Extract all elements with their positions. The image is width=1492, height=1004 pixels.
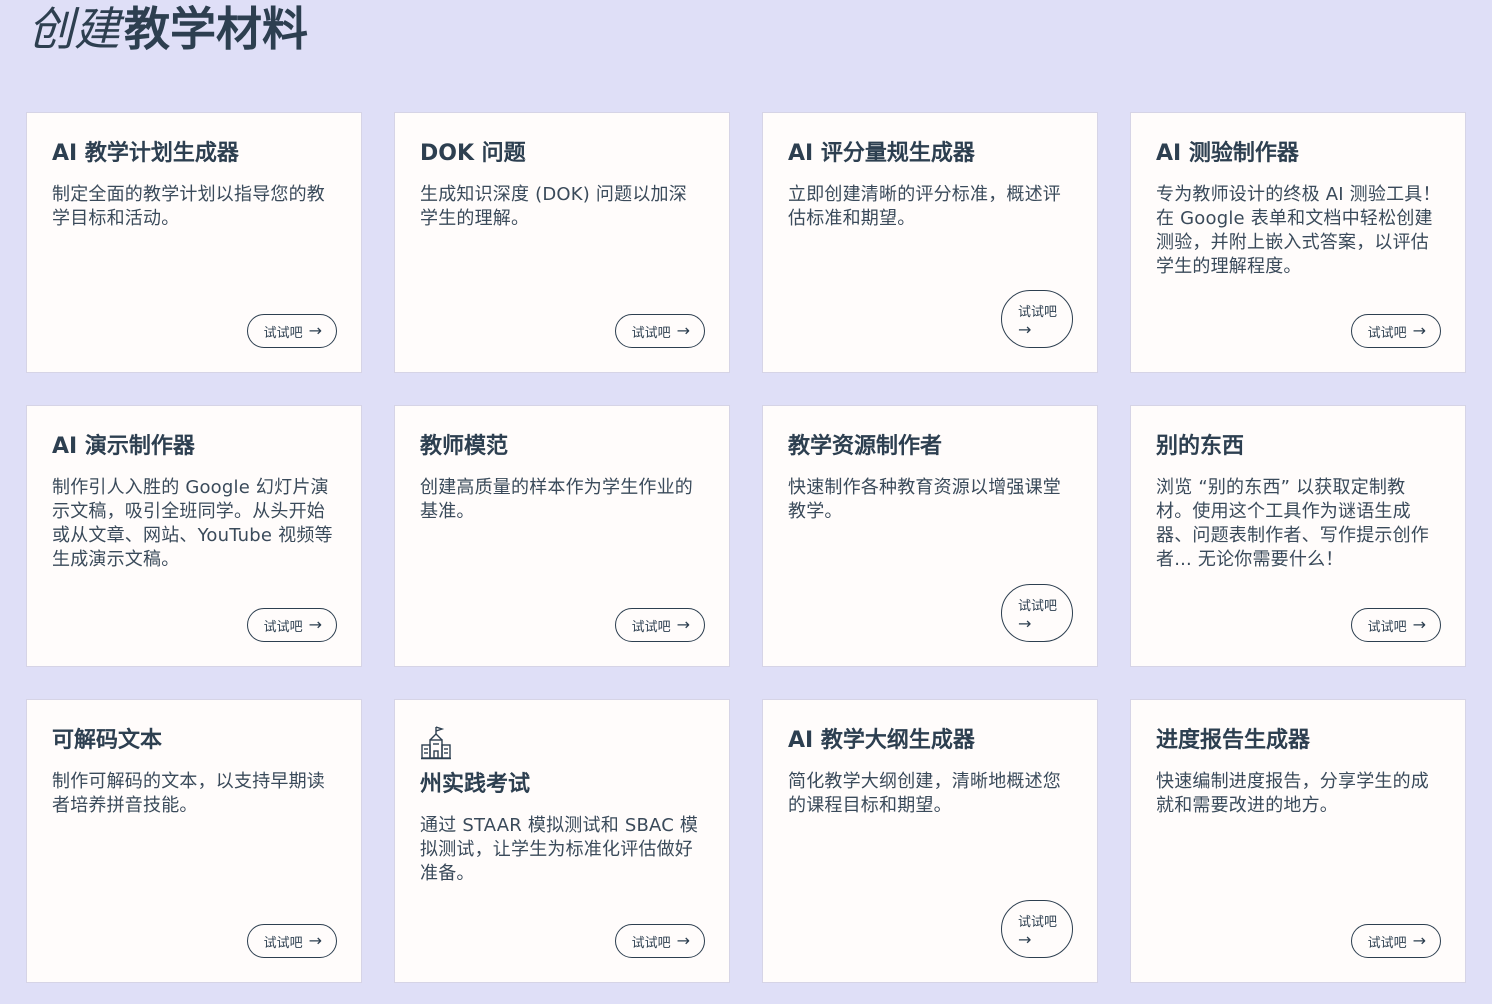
try-it-button[interactable]: 试试吧 →	[1350, 314, 1441, 348]
tool-card-something-else: 别的东西 浏览 “别的东西” 以获取定制教材。使用这个工具作为谜语生成器、问题表…	[1130, 405, 1466, 667]
arrow-right-icon: →	[1018, 613, 1032, 633]
card-title: 进度报告生成器	[1156, 728, 1311, 753]
try-it-label: 试试吧	[1367, 619, 1407, 635]
card-description: 制作可解码的文本，以支持早期读者培养拼音技能。	[52, 771, 325, 816]
card-description: 浏览 “别的东西” 以获取定制教材。使用这个工具作为谜语生成器、问题表制作者、写…	[1156, 477, 1429, 570]
arrow-right-icon: →	[1018, 929, 1032, 949]
card-description: 制定全面的教学计划以指导您的教学目标和活动。	[52, 184, 325, 229]
try-it-label: 试试吧	[1018, 598, 1058, 614]
card-description: 通过 STAAR 模拟测试和 SBAC 模拟测试，让学生为标准化评估做好准备。	[420, 815, 699, 884]
card-title: AI 演示制作器	[52, 434, 195, 459]
card-title: DOK 问题	[420, 141, 526, 166]
card-description: 专为教师设计的终极 AI 测验工具！在 Google 表单和文档中轻松创建测验，…	[1156, 184, 1441, 277]
arrow-right-icon: →	[308, 615, 322, 634]
arrow-right-icon: →	[676, 615, 690, 634]
tool-card-teacher-exemplar: 教师模范 创建高质量的样本作为学生作业的基准。 试试吧 →	[394, 405, 730, 667]
try-it-button[interactable]: 试试吧 →	[614, 608, 705, 642]
arrow-right-icon: →	[308, 931, 322, 950]
tool-card-resource-maker: 教学资源制作者 快速制作各种教育资源以增强课堂教学。 试试吧 →	[762, 405, 1098, 667]
page-title-italic: 创建	[28, 2, 120, 56]
try-it-button[interactable]: 试试吧 →	[246, 314, 337, 348]
try-it-button[interactable]: 试试吧 →	[1001, 584, 1073, 642]
card-title: AI 评分量规生成器	[788, 141, 975, 166]
school-building-icon	[421, 726, 451, 760]
card-title: 别的东西	[1156, 434, 1245, 459]
arrow-right-icon: →	[1412, 931, 1426, 950]
try-it-button[interactable]: 试试吧 →	[246, 608, 337, 642]
card-description: 生成知识深度 (DOK) 问题以加深学生的理解。	[420, 184, 687, 229]
card-description: 快速制作各种教育资源以增强课堂教学。	[788, 477, 1061, 522]
try-it-button[interactable]: 试试吧 →	[1350, 608, 1441, 642]
try-it-button[interactable]: 试试吧 →	[1001, 900, 1073, 958]
tool-card-lesson-plan: AI 教学计划生成器 制定全面的教学计划以指导您的教学目标和活动。 试试吧 →	[26, 112, 362, 373]
arrow-right-icon: →	[676, 321, 690, 340]
try-it-label: 试试吧	[263, 935, 303, 951]
arrow-right-icon: →	[676, 931, 690, 950]
try-it-button[interactable]: 试试吧 →	[1001, 290, 1073, 348]
card-description: 快速编制进度报告，分享学生的成就和需要改进的地方。	[1156, 771, 1429, 816]
arrow-right-icon: →	[1412, 321, 1426, 340]
tool-card-syllabus-generator: AI 教学大纲生成器 简化教学大纲创建，清晰地概述您的课程目标和期望。 试试吧 …	[762, 699, 1098, 983]
try-it-label: 试试吧	[1018, 914, 1058, 930]
tool-card-rubric-generator: AI 评分量规生成器 立即创建清晰的评分标准，概述评估标准和期望。 试试吧 →	[762, 112, 1098, 373]
tool-card-quiz-maker: AI 测验制作器 专为教师设计的终极 AI 测验工具！在 Google 表单和文…	[1130, 112, 1466, 373]
try-it-label: 试试吧	[263, 619, 303, 635]
card-title: AI 测验制作器	[1156, 141, 1299, 166]
tool-card-progress-report: 进度报告生成器 快速编制进度报告，分享学生的成就和需要改进的地方。 试试吧 →	[1130, 699, 1466, 983]
try-it-label: 试试吧	[631, 935, 671, 951]
card-title: 可解码文本	[52, 728, 163, 753]
card-title: AI 教学计划生成器	[52, 141, 239, 166]
try-it-button[interactable]: 试试吧 →	[614, 924, 705, 958]
card-title: 教学资源制作者	[788, 434, 943, 459]
try-it-label: 试试吧	[263, 325, 303, 341]
try-it-button[interactable]: 试试吧 →	[246, 924, 337, 958]
try-it-label: 试试吧	[631, 619, 671, 635]
tool-card-dok-questions: DOK 问题 生成知识深度 (DOK) 问题以加深学生的理解。 试试吧 →	[394, 112, 730, 373]
page-title-rest: 教学材料	[124, 2, 308, 56]
try-it-button[interactable]: 试试吧 →	[614, 314, 705, 348]
tool-card-presentation-maker: AI 演示制作器 制作引人入胜的 Google 幻灯片演示文稿，吸引全班同学。从…	[26, 405, 362, 667]
tool-card-grid: AI 教学计划生成器 制定全面的教学计划以指导您的教学目标和活动。 试试吧 → …	[26, 112, 1466, 983]
card-title: 州实践考试	[420, 772, 531, 797]
card-description: 简化教学大纲创建，清晰地概述您的课程目标和期望。	[788, 771, 1061, 816]
card-description: 立即创建清晰的评分标准，概述评估标准和期望。	[788, 184, 1061, 229]
card-title: 教师模范	[420, 434, 509, 459]
tool-card-decodable-text: 可解码文本 制作可解码的文本，以支持早期读者培养拼音技能。 试试吧 →	[26, 699, 362, 983]
card-description: 创建高质量的样本作为学生作业的基准。	[420, 477, 693, 522]
card-title: AI 教学大纲生成器	[788, 728, 975, 753]
try-it-label: 试试吧	[631, 325, 671, 341]
try-it-button[interactable]: 试试吧 →	[1350, 924, 1441, 958]
arrow-right-icon: →	[1412, 615, 1426, 634]
card-description: 制作引人入胜的 Google 幻灯片演示文稿，吸引全班同学。从头开始或从文章、网…	[52, 477, 333, 570]
try-it-label: 试试吧	[1367, 935, 1407, 951]
page-title: 创建教学材料	[28, 0, 308, 58]
try-it-label: 试试吧	[1018, 304, 1058, 320]
try-it-label: 试试吧	[1367, 325, 1407, 341]
arrow-right-icon: →	[308, 321, 322, 340]
arrow-right-icon: →	[1018, 319, 1032, 339]
tool-card-state-practice-test: 州实践考试 通过 STAAR 模拟测试和 SBAC 模拟测试，让学生为标准化评估…	[394, 699, 730, 983]
